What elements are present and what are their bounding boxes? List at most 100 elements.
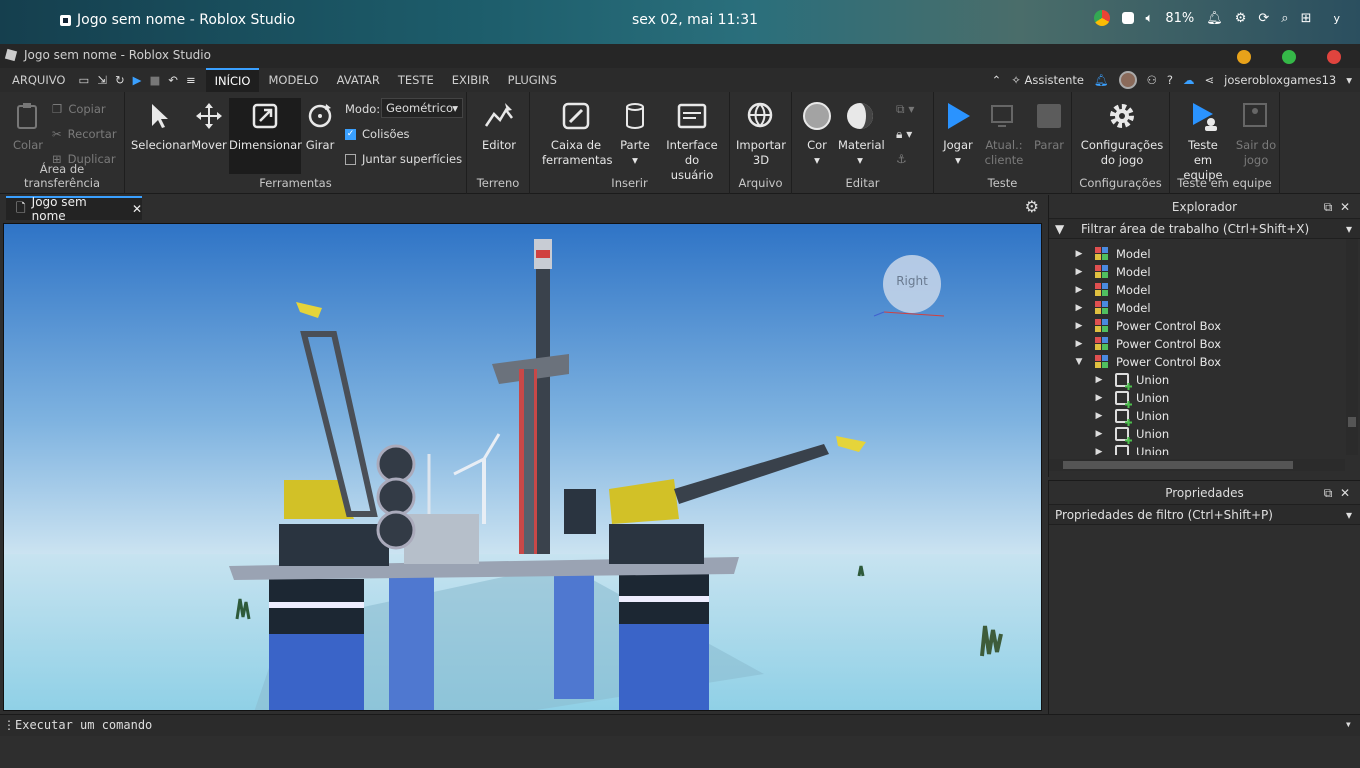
group-icon[interactable]: ⧉ ▾ xyxy=(896,102,914,117)
notifications-icon[interactable]: 🔔︎ xyxy=(1094,73,1109,87)
scale-tool-button[interactable]: Dimensionar xyxy=(229,98,302,174)
tree-item[interactable]: ▼ Power Control Box xyxy=(1049,353,1345,371)
assistant-button[interactable]: ✧ Assistente xyxy=(1011,73,1084,87)
expand-arrow-right-icon[interactable]: ▶ xyxy=(1075,335,1083,353)
volume-icon[interactable]: 🔈︎ xyxy=(1146,11,1154,26)
3d-viewport[interactable]: Right xyxy=(3,223,1042,711)
ui-button[interactable]: Interface do usuário xyxy=(658,100,726,183)
roblox-tray-icon[interactable] xyxy=(1121,12,1134,24)
tab-modelo[interactable]: MODELO xyxy=(259,68,327,92)
play-icon[interactable]: ▶ xyxy=(133,73,142,87)
apple-icon[interactable] xyxy=(22,10,42,32)
cloud-icon[interactable]: ☁ xyxy=(1183,73,1195,87)
avatar[interactable] xyxy=(1118,71,1137,89)
rotate-tool-button[interactable]: Girar xyxy=(303,100,337,153)
menu-file[interactable]: ARQUIVO xyxy=(3,68,74,92)
minimize-button[interactable] xyxy=(1237,50,1251,64)
tree-item[interactable]: ▶ Union xyxy=(1049,407,1345,425)
refresh-icon[interactable]: ⟳ xyxy=(1258,11,1269,26)
collapse-ribbon-icon[interactable]: ⌃ xyxy=(992,73,1002,87)
paste-button[interactable]: Colar xyxy=(8,100,48,153)
maximize-button[interactable] xyxy=(1282,50,1296,64)
tree-item[interactable]: ▶ Model xyxy=(1049,245,1345,263)
properties-filter-input[interactable]: Propriedades de filtro (Ctrl+Shift+P) ▾ xyxy=(1049,505,1360,525)
user-menu-icon[interactable]: y xyxy=(1333,12,1340,25)
undock-icon[interactable]: ⧉ xyxy=(1324,486,1333,500)
update-client-button[interactable]: Atual.: cliente xyxy=(984,100,1024,168)
document-tab[interactable]: 🗋︎ Jogo sem nome ✕ xyxy=(6,195,142,223)
gear-icon[interactable]: ⚙ xyxy=(1235,11,1247,26)
redo-icon[interactable]: ↻ xyxy=(115,73,125,87)
expand-arrow-right-icon[interactable]: ▶ xyxy=(1075,281,1083,299)
tree-item[interactable]: ▶ Model xyxy=(1049,299,1345,317)
tree-item[interactable]: ▶ Union xyxy=(1049,371,1345,389)
bell-icon[interactable]: 🔔︎ xyxy=(1206,11,1223,26)
play-button[interactable]: Jogar ▾ xyxy=(940,100,976,168)
command-input[interactable]: Executar um comando xyxy=(15,718,152,732)
material-button[interactable]: Material ▾ xyxy=(838,100,885,168)
undo-icon[interactable]: ↶ xyxy=(168,73,178,87)
mode-dropdown[interactable]: Geométrico ▾ xyxy=(381,98,463,118)
drag-handle-icon[interactable]: ⋮ xyxy=(3,718,15,732)
chevron-down-icon[interactable]: ▾ xyxy=(1346,73,1352,87)
expand-arrow-right-icon[interactable]: ▶ xyxy=(1075,299,1083,317)
tree-item[interactable]: ▶ Union xyxy=(1049,389,1345,407)
open-file-icon[interactable]: ⇲ xyxy=(97,73,107,87)
more-icon[interactable]: ≡ xyxy=(186,73,196,87)
select-tool-button[interactable]: Selecionar xyxy=(131,100,191,153)
new-file-icon[interactable]: ▭ xyxy=(78,73,89,87)
close-tab-icon[interactable]: ✕ xyxy=(132,202,142,216)
expand-arrow-down-icon[interactable]: ▼ xyxy=(1075,353,1083,371)
part-button[interactable]: Parte ▾ xyxy=(618,100,652,168)
grid-icon[interactable]: ⊞ xyxy=(1301,11,1312,26)
search-icon[interactable]: ⌕ xyxy=(1281,11,1288,26)
join-surfaces-checkbox[interactable]: Juntar superfícies xyxy=(345,152,462,166)
move-tool-button[interactable]: Mover xyxy=(189,100,229,153)
view-cube-label[interactable]: Right xyxy=(886,274,938,288)
help-icon[interactable]: ? xyxy=(1167,73,1173,87)
expand-arrow-right-icon[interactable]: ▶ xyxy=(1095,425,1103,443)
expand-arrow-right-icon[interactable]: ▶ xyxy=(1095,389,1103,407)
expand-arrow-right-icon[interactable]: ▶ xyxy=(1075,245,1083,263)
game-settings-button[interactable]: Configurações do jogo xyxy=(1080,100,1164,168)
tab-inicio[interactable]: INÍCIO xyxy=(205,68,260,92)
scrollbar-thumb[interactable] xyxy=(1348,417,1356,427)
expand-arrow-right-icon[interactable]: ▶ xyxy=(1075,317,1083,335)
expand-arrow-right-icon[interactable]: ▶ xyxy=(1095,371,1103,389)
cut-button[interactable]: ✂ Recortar xyxy=(52,127,117,141)
tab-plugins[interactable]: PLUGINS xyxy=(499,68,566,92)
tree-item[interactable]: ▶ Model xyxy=(1049,263,1345,281)
close-window-button[interactable] xyxy=(1327,50,1341,64)
expand-arrow-right-icon[interactable]: ▶ xyxy=(1075,263,1083,281)
expand-arrow-right-icon[interactable]: ▶ xyxy=(1095,443,1103,455)
os-clock[interactable]: sex 02, mai 11:31 xyxy=(632,12,758,28)
explorer-hscrollbar[interactable] xyxy=(1049,459,1345,471)
import-3d-button[interactable]: Importar 3D xyxy=(736,100,786,168)
username[interactable]: joserobloxgames13 xyxy=(1224,73,1336,87)
color-button[interactable]: Cor ▾ xyxy=(800,100,834,168)
command-bar[interactable]: ⋮ Executar um comando ▾ xyxy=(0,714,1360,736)
close-icon[interactable]: ✕ xyxy=(1340,486,1350,500)
terrain-editor-button[interactable]: Editor xyxy=(477,100,521,153)
share-icon[interactable]: ⋖ xyxy=(1205,73,1215,87)
tree-item[interactable]: ▶ Union xyxy=(1049,425,1345,443)
exit-game-button[interactable]: Sair do jogo xyxy=(1234,100,1278,168)
undock-icon[interactable]: ⧉ xyxy=(1324,200,1333,214)
copy-button[interactable]: ❐ Copiar xyxy=(52,102,106,116)
scene-render[interactable] xyxy=(4,224,1042,711)
explorer-filter-input[interactable]: ▼ Filtrar área de trabalho (Ctrl+Shift+X… xyxy=(1049,219,1360,239)
viewport-settings-icon[interactable]: ⚙ xyxy=(1025,197,1039,216)
toolbox-button[interactable]: Caixa de ferramentas xyxy=(542,100,613,168)
tree-item[interactable]: ▶ Model xyxy=(1049,281,1345,299)
tab-avatar[interactable]: AVATAR xyxy=(328,68,389,92)
stop-button[interactable]: Parar xyxy=(1032,100,1066,153)
hscrollbar-thumb[interactable] xyxy=(1063,461,1293,469)
tree-item[interactable]: ▶ Power Control Box xyxy=(1049,335,1345,353)
chrome-icon[interactable] xyxy=(1093,10,1110,26)
tab-teste[interactable]: TESTE xyxy=(389,68,443,92)
chevron-down-icon[interactable]: ▾ xyxy=(1345,717,1352,731)
add-friend-icon[interactable]: ⚇ xyxy=(1147,73,1157,87)
anchor-icon[interactable]: ⚓︎ xyxy=(896,152,907,166)
tree-item[interactable]: ▶ Union xyxy=(1049,443,1345,455)
lock-icon[interactable]: 🔒︎ ▾ xyxy=(896,127,912,142)
